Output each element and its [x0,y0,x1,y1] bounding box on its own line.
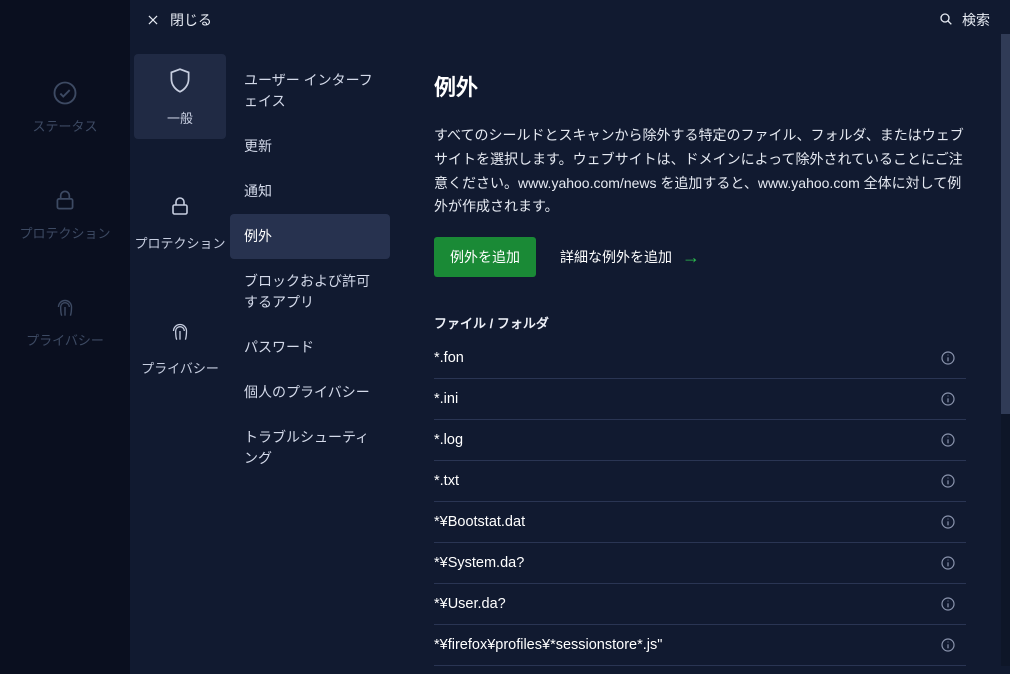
link-label: 詳細な例外を追加 [560,247,672,267]
exception-path: *¥System.da? [434,555,938,571]
info-icon[interactable] [938,348,958,368]
close-label: 閉じる [170,10,212,30]
page-title: 例外 [434,70,966,102]
subnav-label: ユーザー インターフェイス [244,72,373,109]
subnav-personal-privacy[interactable]: 個人のプライバシー [230,370,390,415]
add-exception-button[interactable]: 例外を追加 [434,237,536,277]
subnav-troubleshoot[interactable]: トラブルシューティング [230,415,390,481]
subnav-blocked-apps[interactable]: ブロックおよび許可するアプリ [230,259,390,325]
exception-row[interactable]: *¥User.da? [434,584,966,625]
section-title: ファイル / フォルダ [434,313,966,332]
subnav-ui[interactable]: ユーザー インターフェイス [230,58,390,124]
lock-icon [50,185,80,215]
check-circle-icon [50,78,80,108]
category-label: 一般 [167,108,193,127]
subnav-notifications[interactable]: 通知 [230,169,390,214]
category-label: プライバシー [141,358,219,377]
bg-sidebar: ステータス プロテクション プライバシー [0,0,130,674]
subnav-update[interactable]: 更新 [230,124,390,169]
subnav-label: 通知 [244,183,272,199]
subnav-password[interactable]: パスワード [230,325,390,370]
subnav-label: 更新 [244,138,272,154]
category-protection[interactable]: プロテクション [130,179,230,264]
fingerprint-icon [165,316,195,346]
subnav-label: 例外 [244,228,272,244]
category-label: プロテクション [134,233,225,252]
page-description: すべてのシールドとスキャンから除外する特定のファイル、フォルダ、またはウェブサイ… [434,124,966,219]
exception-row[interactable]: *.log [434,420,966,461]
info-icon[interactable] [938,635,958,655]
shield-icon [165,66,195,96]
exception-path: *.fon [434,350,938,366]
exception-row[interactable]: *.txt [434,461,966,502]
info-icon[interactable] [938,471,958,491]
content-area: 例外 すべてのシールドとスキャンから除外する特定のファイル、フォルダ、またはウェ… [390,40,1010,674]
search-button[interactable]: 検索 [938,10,990,30]
exception-path: *¥User.da? [434,596,938,612]
info-icon[interactable] [938,512,958,532]
scrollbar-thumb[interactable] [1001,34,1010,414]
bg-nav-privacy: プライバシー [0,264,130,371]
category-privacy[interactable]: プライバシー [130,304,230,389]
info-icon[interactable] [938,553,958,573]
subnav-exceptions[interactable]: 例外 [230,214,390,259]
exceptions-list: *.fon *.ini *.log *.txt *¥Bootstat.dat *¥Syst… [434,338,966,674]
search-label: 検索 [962,10,990,30]
category-general[interactable]: 一般 [134,54,226,139]
settings-panel: 閉じる 検索 一般 プロテクション [130,0,1010,674]
exception-path: *.ini [434,391,938,407]
arrow-right-icon: → [682,248,700,266]
close-button[interactable]: 閉じる [146,10,212,30]
subnav-column: ユーザー インターフェイス 更新 通知 例外 ブロックおよび許可するアプリ パス… [230,40,390,674]
actions-row: 例外を追加 詳細な例外を追加 → [434,237,966,277]
info-icon[interactable] [938,430,958,450]
subnav-label: トラブルシューティング [244,429,369,466]
fingerprint-icon [50,292,80,322]
bg-nav-status: ステータス [0,50,130,157]
close-icon [146,13,160,27]
subnav-label: ブロックおよび許可するアプリ [244,273,370,310]
exception-path: *.txt [434,473,938,489]
exception-path: *¥Bootstat.dat [434,514,938,530]
panel-header: 閉じる 検索 [130,0,1010,40]
add-detailed-exception-link[interactable]: 詳細な例外を追加 → [560,247,700,267]
bg-nav-protection: プロテクション [0,157,130,264]
exception-row[interactable]: *¥Bootstat.dat [434,502,966,543]
exception-row[interactable]: *¥firefox¥profiles¥*sessionstore*.js" [434,625,966,666]
exception-row[interactable]: ?:¥PageFile.sys [434,666,966,674]
bg-nav-label: プライバシー [26,330,104,349]
bg-nav-label: プロテクション [19,223,110,242]
subnav-label: 個人のプライバシー [244,384,370,400]
exception-row[interactable]: *.ini [434,379,966,420]
info-icon[interactable] [938,389,958,409]
exception-path: *.log [434,432,938,448]
exception-row[interactable]: *¥System.da? [434,543,966,584]
lock-icon [165,191,195,221]
category-column: 一般 プロテクション プライバシー [130,40,230,674]
search-icon [938,11,954,30]
exception-path: *¥firefox¥profiles¥*sessionstore*.js" [434,637,938,653]
info-icon[interactable] [938,594,958,614]
subnav-label: パスワード [244,339,314,355]
exception-row[interactable]: *.fon [434,338,966,379]
bg-nav-label: ステータス [32,116,97,135]
